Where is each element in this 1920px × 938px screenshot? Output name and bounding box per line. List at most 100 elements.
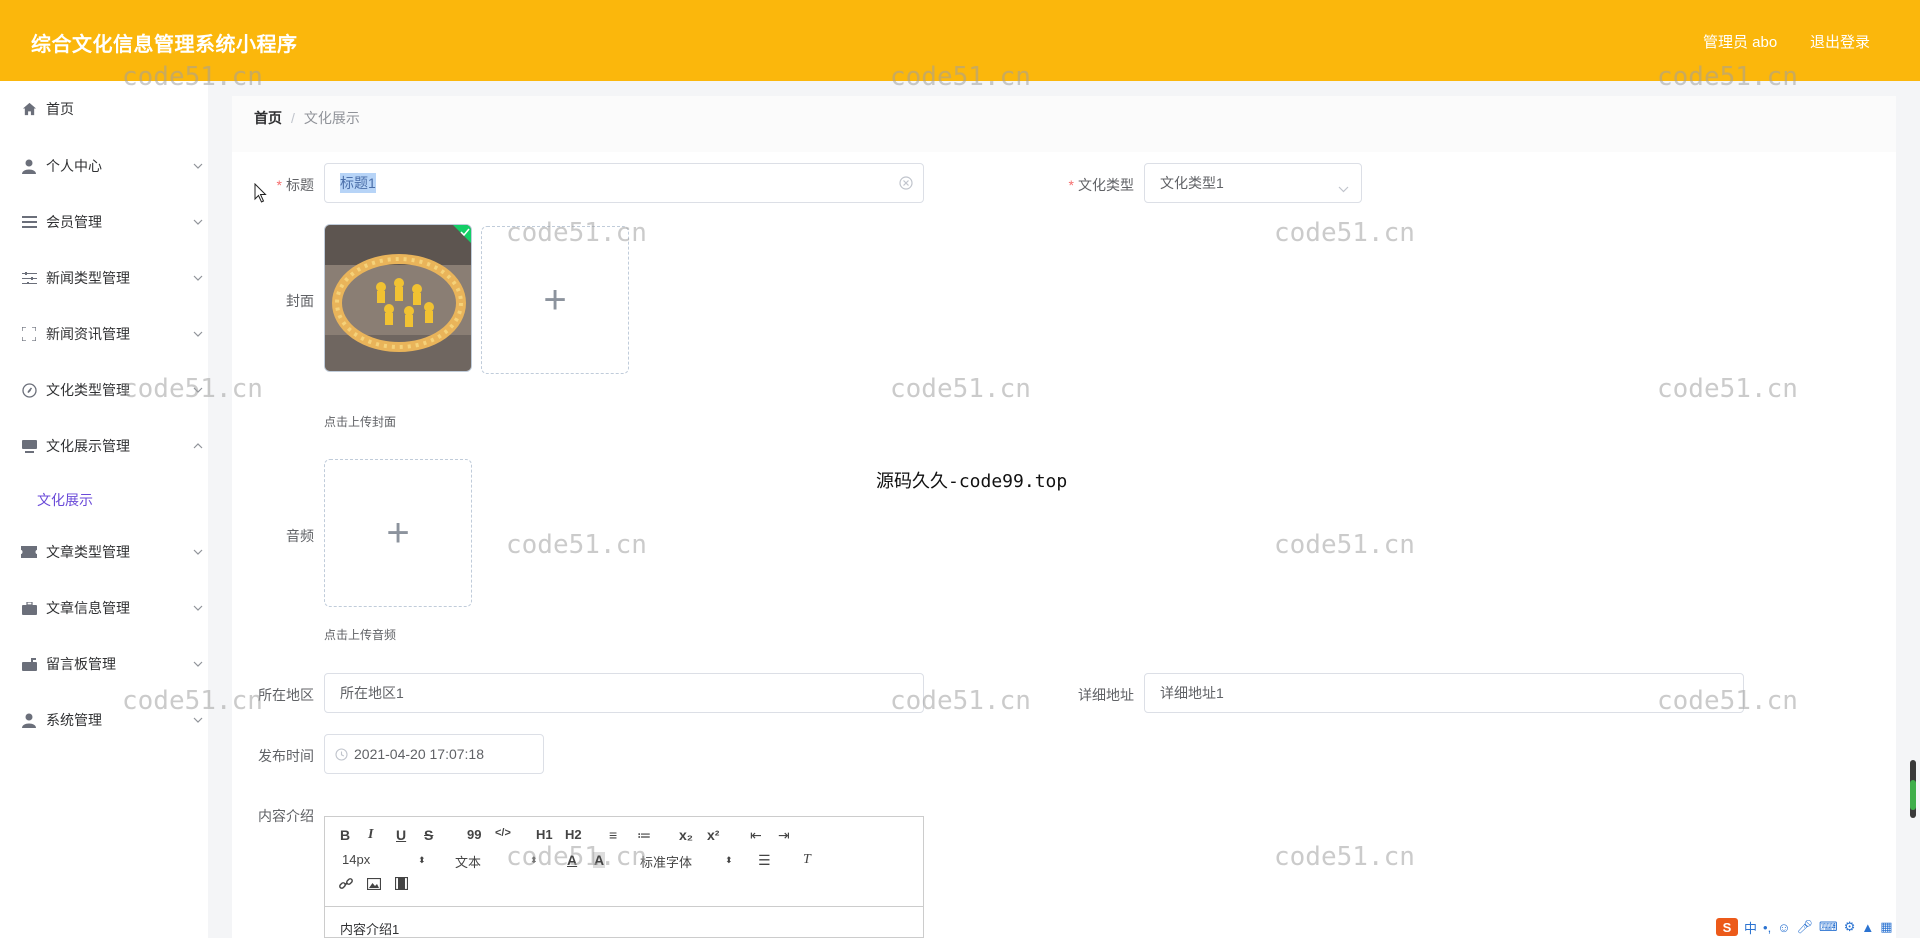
sidebar-item-label: 留言板管理 [46,656,116,672]
cover-thumbnail[interactable] [324,224,472,372]
publish-time-picker[interactable]: 2021-04-20 17:07:18 [324,734,544,774]
punctuation-icon[interactable]: •, [1763,920,1771,935]
image-icon[interactable] [366,877,382,893]
ordered-list-button[interactable]: ≡ [609,827,617,843]
culture-type-label: * 文化类型 [1060,175,1134,195]
editor-content-area[interactable]: 内容介绍1 [325,906,923,938]
skin-icon[interactable]: ▲ [1861,920,1874,935]
plus-icon: + [543,278,567,322]
ime-toolbar[interactable]: S 中 •, ☺ 🎤︎ ⌨ ⚙ ▲ ▦ [1710,916,1920,938]
underline-button[interactable]: U [396,827,406,843]
background-color-icon[interactable]: A [593,852,606,868]
text-style-select[interactable]: 文本 [455,852,481,871]
top-header: 综合文化信息管理系统小程序 管理员 abo 退出登录 [0,0,1920,81]
sidebar-item-message-board-management[interactable]: 留言板管理 [0,644,208,684]
app-title: 综合文化信息管理系统小程序 [31,34,298,56]
title-input[interactable]: 标题1 [324,163,924,203]
chevron-down-icon [193,385,203,396]
sort-icon: ⬍ [418,855,426,865]
mouse-cursor-icon [254,182,268,206]
sidebar-item-label: 新闻类型管理 [46,270,130,286]
bullet-list-button[interactable]: ≔ [637,827,651,844]
bold-button[interactable]: B [340,827,350,843]
sort-icon: ⬍ [530,855,538,865]
link-icon[interactable] [339,877,353,894]
address-label: 详细地址 [1078,687,1134,703]
sidebar-item-personal-center[interactable]: 个人中心 [0,146,208,186]
sidebar-item-label: 文章类型管理 [46,544,130,560]
sidebar-item-system-management[interactable]: 系统管理 [0,700,208,740]
mailbox-icon [21,656,37,672]
chinese-mode-icon[interactable]: 中 [1744,918,1757,937]
audio-upload-button[interactable]: + [324,459,472,607]
sidebar-item-culture-type-management[interactable]: 文化类型管理 [0,370,208,410]
intro-label: 内容介绍 [258,808,314,824]
code-block-button[interactable]: </> [495,827,511,839]
chevron-down-icon [193,161,203,172]
toolbox-icon[interactable]: ⚙ [1844,919,1856,935]
blockquote-button[interactable]: 99 [467,827,481,842]
cover-label: 封面 [286,293,314,309]
chevron-down-icon [193,603,203,614]
sidebar-item-member-management[interactable]: 会员管理 [0,202,208,242]
heading-1-button[interactable]: H1 [536,827,553,842]
superscript-button[interactable]: x² [707,827,719,843]
title-label: * 标题 [264,175,314,195]
editor-toolbar-row-3 [325,875,923,899]
user-icon [21,158,37,174]
sidebar-subitem-culture-display[interactable]: 文化展示 [37,490,93,510]
video-icon[interactable] [394,876,409,893]
home-icon [21,101,37,117]
indent-button[interactable]: ⇥ [778,827,790,844]
strike-button[interactable]: S [424,827,433,843]
sogou-logo-icon: S [1716,918,1738,936]
grid-icon[interactable]: ▦ [1880,919,1892,935]
sidebar-item-label: 会员管理 [46,214,102,230]
chevron-down-icon [193,659,203,670]
required-mark: * [276,177,282,193]
chevron-down-icon [193,217,203,228]
microphone-icon[interactable]: 🎤︎ [1796,919,1813,935]
editor-toolbar-row-1: B I U S 99 </> H1 H2 ≡ ≔ x₂ x² ⇤ ⇥ [325,827,923,851]
current-user-label: 管理员 abo [1703,34,1778,51]
address-input[interactable]: 详细地址1 [1144,673,1744,713]
italic-button[interactable]: I [368,827,373,843]
keyboard-icon[interactable]: ⌨ [1819,919,1838,935]
page-scrollbar-thumb[interactable] [1910,780,1916,810]
monitor-icon [21,438,37,454]
clear-icon[interactable] [899,176,913,193]
align-icon[interactable]: ☰ [758,852,771,869]
emoji-icon[interactable]: ☺ [1777,920,1790,935]
clear-format-icon[interactable]: T [803,852,811,868]
region-label: 所在地区 [258,687,314,703]
breadcrumb-separator: / [291,110,295,126]
sidebar-item-culture-display-management[interactable]: 文化展示管理 [0,426,208,466]
breadcrumb-home-link[interactable]: 首页 [254,110,282,126]
sidebar-item-label: 首页 [46,101,74,117]
sidebar-item-news-info-management[interactable]: 新闻资讯管理 [0,314,208,354]
sidebar-item-home[interactable]: 首页 [0,89,208,129]
heading-2-button[interactable]: H2 [565,827,582,842]
audio-label: 音频 [286,528,314,544]
font-color-icon[interactable]: A [567,852,577,868]
sidebar-item-article-info-management[interactable]: 文章信息管理 [0,588,208,628]
outdent-button[interactable]: ⇤ [750,827,762,844]
cover-upload-button[interactable]: + [481,226,629,374]
sidebar-item-article-type-management[interactable]: 文章类型管理 [0,532,208,572]
clock-icon [335,747,348,761]
cover-upload-tip: 点击上传封面 [324,415,397,429]
font-family-select[interactable]: 标准字体 [640,852,692,871]
breadcrumb-current: 文化展示 [303,110,360,126]
logout-button[interactable]: 退出登录 [1810,31,1870,52]
breadcrumb: 首页 / 文化展示 [254,108,360,128]
subscript-button[interactable]: x₂ [679,827,693,843]
sidebar-item-label: 文章信息管理 [46,600,130,616]
sort-icon: ⬍ [725,855,733,865]
sidebar-item-news-type-management[interactable]: 新闻类型管理 [0,258,208,298]
fullscreen-icon [21,326,37,342]
font-size-select[interactable]: 14px [342,852,370,867]
culture-type-select[interactable]: 文化类型1 [1144,163,1362,203]
address-input-value: 详细地址1 [1160,685,1224,701]
region-input[interactable]: 所在地区1 [324,673,924,713]
chevron-up-icon [193,441,203,452]
